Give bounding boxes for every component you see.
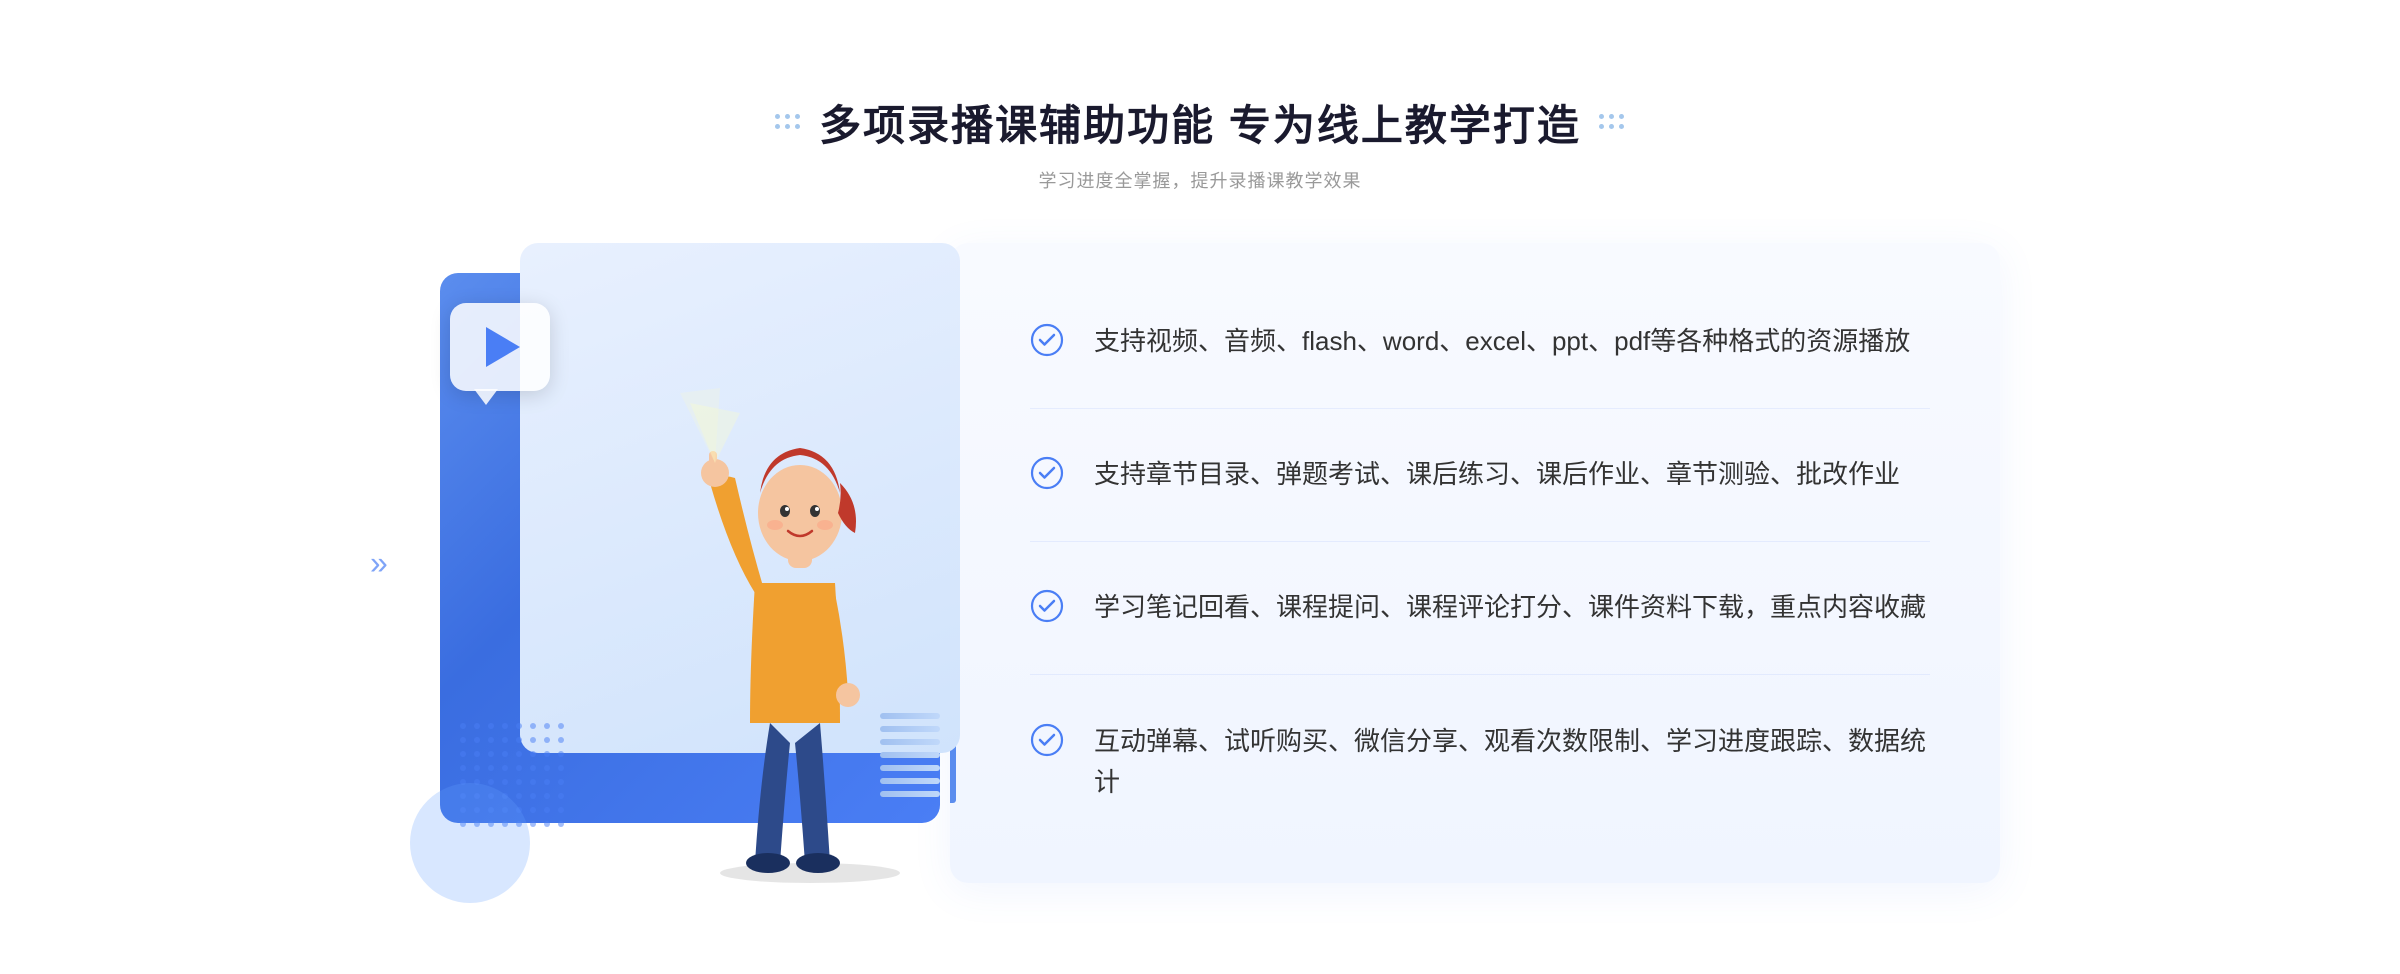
divider-1 — [1030, 408, 1930, 409]
check-icon-2 — [1030, 456, 1064, 490]
play-bubble-inner — [450, 303, 550, 391]
check-icon-1 — [1030, 323, 1064, 357]
content-area: » — [400, 243, 2000, 883]
feature-item-4: 互动弹幕、试听购买、微信分享、观看次数限制、学习进度跟踪、数据统计 — [1030, 705, 1930, 820]
feature-text-2: 支持章节目录、弹题考试、课后练习、课后作业、章节测验、批改作业 — [1094, 454, 1900, 496]
features-panel: 支持视频、音频、flash、word、excel、ppt、pdf等各种格式的资源… — [950, 243, 2000, 883]
page-wrapper: 多项录播课辅助功能 专为线上教学打造 学习进度全掌握，提升录播课教学效果 — [0, 0, 2400, 974]
check-icon-3 — [1030, 589, 1064, 623]
decoration-dots-right — [1599, 114, 1625, 130]
divider-3 — [1030, 674, 1930, 675]
header-title-row: 多项录播课辅助功能 专为线上教学打造 — [775, 92, 1625, 153]
circle-decoration — [410, 783, 530, 903]
play-bubble — [450, 303, 560, 413]
feature-text-1: 支持视频、音频、flash、word、excel、ppt、pdf等各种格式的资源… — [1094, 321, 1910, 363]
header-section: 多项录播课辅助功能 专为线上教学打造 学习进度全掌握，提升录播课教学效果 — [775, 92, 1625, 193]
feature-text-3: 学习笔记回看、课程提问、课程评论打分、课件资料下载，重点内容收藏 — [1094, 587, 1926, 629]
divider-2 — [1030, 541, 1930, 542]
chevron-arrows-icon: » — [370, 544, 388, 581]
decoration-dots-left — [775, 114, 801, 130]
page-title: 多项录播课辅助功能 专为线上教学打造 — [819, 92, 1581, 153]
play-icon — [486, 327, 520, 367]
feature-item-2: 支持章节目录、弹题考试、课后练习、课后作业、章节测验、批改作业 — [1030, 438, 1930, 512]
feature-item-1: 支持视频、音频、flash、word、excel、ppt、pdf等各种格式的资源… — [1030, 305, 1930, 379]
check-icon-4 — [1030, 723, 1064, 757]
person-illustration — [660, 383, 960, 883]
feature-text-4: 互动弹幕、试听购买、微信分享、观看次数限制、学习进度跟踪、数据统计 — [1094, 721, 1930, 804]
page-subtitle: 学习进度全掌握，提升录播课教学效果 — [775, 167, 1625, 193]
left-illustration: » — [400, 243, 980, 883]
feature-item-3: 学习笔记回看、课程提问、课程评论打分、课件资料下载，重点内容收藏 — [1030, 571, 1930, 645]
